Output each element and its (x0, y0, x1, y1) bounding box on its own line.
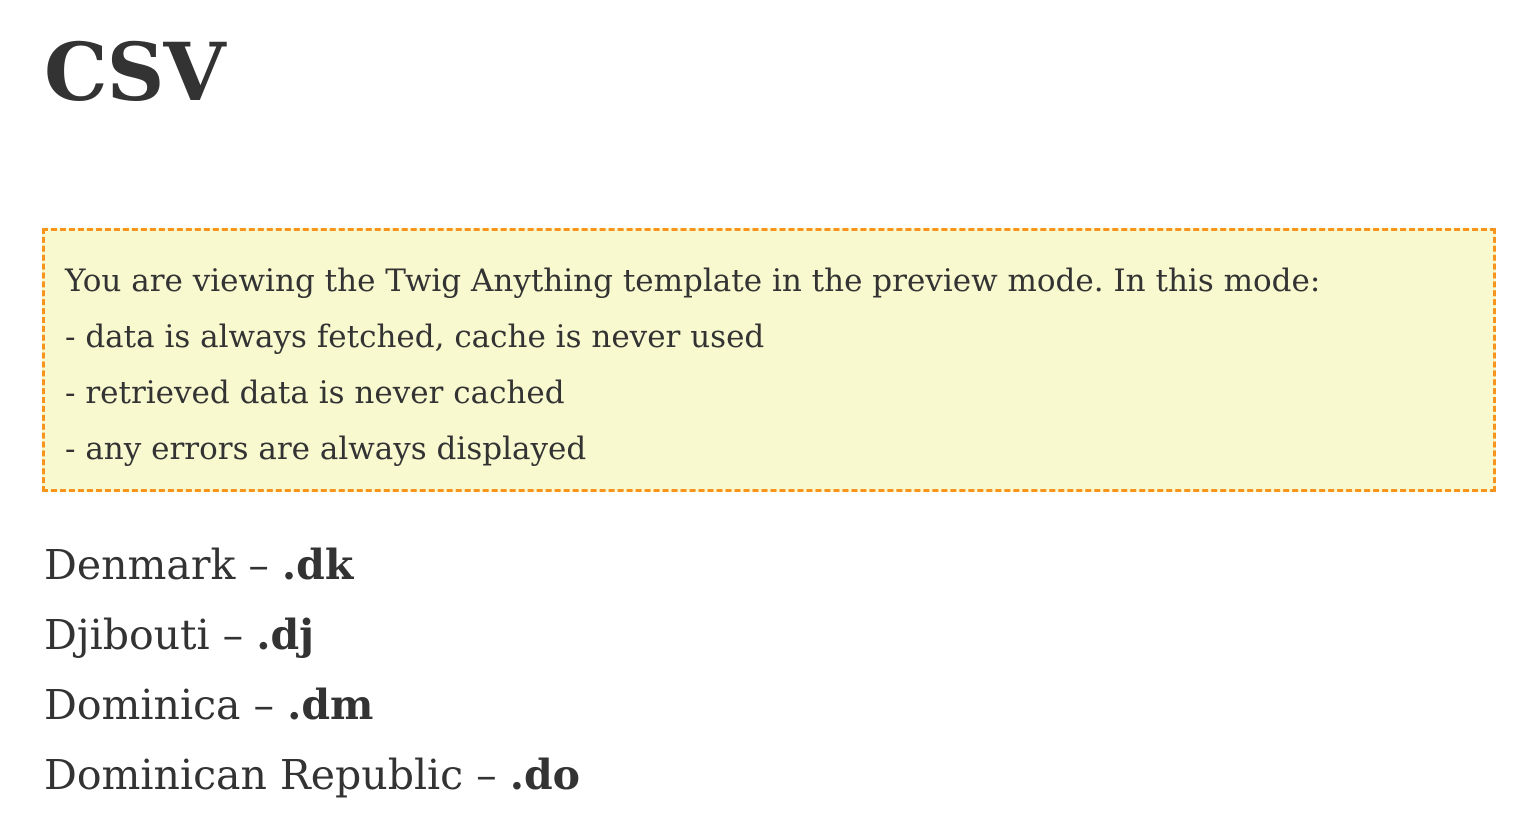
separator: – (235, 541, 282, 589)
list-item: Dominican Republic – .do (44, 740, 580, 810)
separator: – (209, 611, 257, 659)
list-item: Dominica – .dm (44, 670, 580, 740)
country-name: Djibouti (44, 611, 210, 659)
country-tld: .dm (287, 681, 374, 729)
country-name: Denmark (44, 541, 236, 589)
notice-item-cache: - retrieved data is never cached (65, 375, 565, 411)
separator: – (240, 681, 288, 729)
country-tld: .do (509, 751, 581, 799)
notice-item-errors: - any errors are always displayed (65, 431, 587, 467)
country-name: Dominican Republic (44, 751, 464, 799)
country-name: Dominica (44, 681, 241, 729)
notice-item-fetch: - data is always fetched, cache is never… (65, 319, 765, 355)
notice-intro: You are viewing the Twig Anything templa… (65, 263, 1321, 299)
page-title: CSV (44, 25, 226, 119)
country-tld: .dj (256, 611, 314, 659)
country-tld: .dk (281, 541, 354, 589)
country-tld-list: Denmark – .dk Djibouti – .dj Dominica – … (44, 530, 580, 810)
separator: – (463, 751, 510, 799)
list-item: Denmark – .dk (44, 530, 580, 600)
list-item: Djibouti – .dj (44, 600, 580, 670)
preview-mode-notice: You are viewing the Twig Anything templa… (42, 228, 1496, 492)
